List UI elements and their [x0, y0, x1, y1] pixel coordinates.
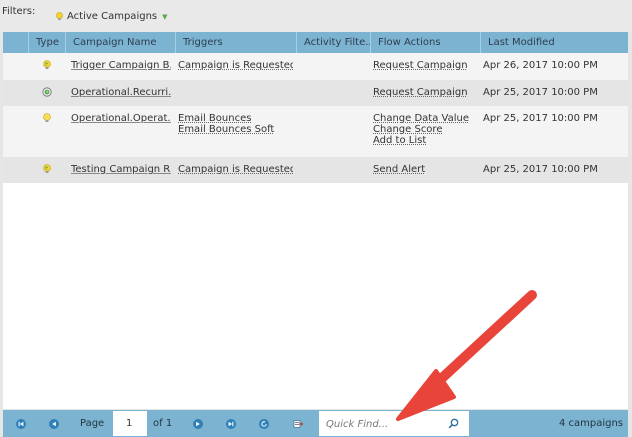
flow-actions-cell: Change Data Value Change Score Add to Li…: [373, 113, 478, 146]
campaign-name-link[interactable]: Operational.Operat...: [71, 113, 171, 124]
last-page-icon[interactable]: [226, 419, 236, 429]
flow-action-link[interactable]: Change Score: [373, 124, 478, 135]
filter-chip-label: Active Campaigns: [67, 11, 158, 22]
triggers-cell: Campaign is Requested: [178, 60, 293, 71]
table-row[interactable]: Operational.Operat... Email Bounces Emai…: [3, 106, 628, 157]
active-campaigns-filter[interactable]: Active Campaigns ▼: [55, 11, 168, 22]
filters-label: Filters:: [2, 6, 36, 17]
column-header-last-modified[interactable]: Last Modified: [480, 32, 628, 53]
filters-bar: Filters: Active Campaigns ▼: [0, 0, 632, 32]
flow-actions-cell: Request Campaign: [373, 87, 478, 98]
page-label: Page: [80, 418, 105, 429]
quick-find-input[interactable]: [324, 415, 448, 434]
page-number-input[interactable]: 1: [113, 411, 147, 436]
bulb-icon: [56, 12, 63, 21]
triggers-cell: Email Bounces Email Bounces Soft: [178, 113, 293, 135]
flow-action-link[interactable]: Send Alert: [373, 164, 478, 175]
trigger-link[interactable]: Email Bounces: [178, 113, 293, 124]
campaign-name-link[interactable]: Trigger Campaign B...: [71, 60, 171, 71]
flow-action-link[interactable]: Change Data Value: [373, 113, 478, 124]
table-row[interactable]: Testing Campaign R... Campaign is Reques…: [3, 157, 628, 183]
column-header-triggers[interactable]: Triggers: [175, 32, 296, 53]
last-modified-cell: Apr 25, 2017 10:00 PM: [483, 113, 598, 124]
trigger-campaign-icon: [43, 164, 51, 173]
page-total-label: of 1: [153, 418, 173, 429]
grid-header: Type Campaign Name Triggers Activity Fil…: [3, 32, 628, 53]
last-modified-cell: Apr 26, 2017 10:00 PM: [483, 60, 598, 71]
trigger-link[interactable]: Campaign is Requested: [178, 164, 293, 175]
chevron-down-icon[interactable]: ▼: [162, 13, 167, 21]
flow-action-link[interactable]: Request Campaign: [373, 60, 478, 71]
column-header-activity-filter[interactable]: Activity Filte...: [296, 32, 370, 53]
campaign-grid: Type Campaign Name Triggers Activity Fil…: [3, 32, 628, 409]
previous-page-icon[interactable]: [49, 419, 59, 429]
export-icon[interactable]: [293, 419, 303, 429]
pager-toolbar: Page 1 of 1 4 campaigns: [3, 410, 628, 437]
campaign-name-link[interactable]: Operational.Recurri...: [71, 87, 171, 98]
flow-action-link[interactable]: Request Campaign: [373, 87, 478, 98]
triggers-cell: Campaign is Requested: [178, 164, 293, 175]
last-modified-cell: Apr 25, 2017 10:00 PM: [483, 164, 598, 175]
next-page-icon[interactable]: [193, 419, 203, 429]
search-icon[interactable]: [448, 418, 459, 429]
column-header-type[interactable]: Type: [28, 32, 65, 53]
column-header-campaign-name[interactable]: Campaign Name: [65, 32, 175, 53]
flow-actions-cell: Send Alert: [373, 164, 478, 175]
recurring-batch-icon: [42, 87, 52, 97]
campaign-count: 4 campaigns: [558, 418, 623, 429]
flow-actions-cell: Request Campaign: [373, 60, 478, 71]
batch-campaign-icon: [43, 113, 51, 122]
table-row[interactable]: Operational.Recurri... Request Campaign …: [3, 80, 628, 106]
campaign-name-link[interactable]: Testing Campaign R...: [71, 164, 171, 175]
refresh-icon[interactable]: [259, 419, 269, 429]
trigger-link[interactable]: Email Bounces Soft: [178, 124, 293, 135]
table-row[interactable]: Trigger Campaign B... Campaign is Reques…: [3, 53, 628, 80]
last-modified-cell: Apr 25, 2017 10:00 PM: [483, 87, 598, 98]
trigger-link[interactable]: Campaign is Requested: [178, 60, 293, 71]
flow-action-link[interactable]: Add to List: [373, 135, 478, 146]
column-header-flow-actions[interactable]: Flow Actions: [370, 32, 480, 53]
first-page-icon[interactable]: [16, 419, 26, 429]
quick-find-box: [319, 411, 469, 436]
header-selector[interactable]: [3, 32, 28, 53]
trigger-campaign-icon: [43, 60, 51, 69]
